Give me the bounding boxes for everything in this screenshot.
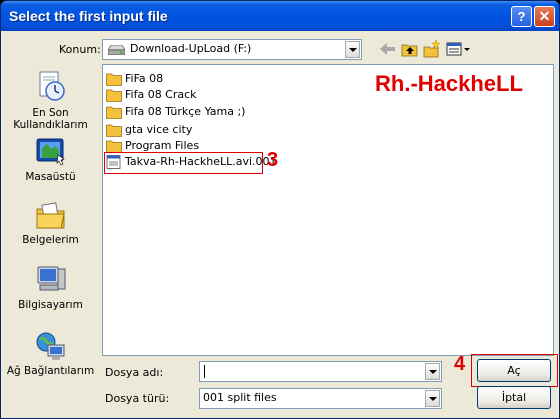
file-name-label: Dosya adı: (105, 366, 164, 379)
my-computer-icon (37, 266, 66, 291)
file-name: FiFa 08 (125, 72, 164, 85)
drive-icon (108, 45, 125, 55)
help-button[interactable]: ? (511, 6, 532, 27)
place-my-documents[interactable]: Belgelerim (4, 199, 97, 251)
back-icon[interactable] (378, 39, 398, 59)
text-caret (204, 365, 205, 378)
file-name-input[interactable] (199, 361, 442, 382)
watermark-brand: Rh.-HackheLL (375, 71, 523, 96)
file-type-value: 001 split files (203, 391, 277, 404)
chevron-down-icon[interactable] (425, 390, 440, 407)
place-desktop-label: Masaüstü (25, 171, 76, 183)
place-network-label: Ağ Bağlantılarım (6, 365, 95, 377)
dialog-title: Select the first input file (9, 8, 168, 24)
folder-icon (106, 140, 122, 153)
file-name: Fifa 08 Crack (125, 88, 197, 101)
folder-icon (106, 89, 122, 102)
folder-icon (106, 106, 122, 119)
folder-up-icon[interactable] (400, 39, 420, 59)
look-in-dropdown[interactable]: Download-UpLoad (F:) (102, 39, 362, 60)
chevron-down-icon[interactable] (345, 41, 360, 58)
place-network[interactable]: Ağ Bağlantılarım (4, 329, 97, 379)
title-bar[interactable]: Select the first input file ? ✕ (1, 1, 559, 31)
new-folder-icon[interactable] (422, 39, 442, 59)
my-documents-icon (36, 202, 65, 229)
file-type-label: Dosya türü: (105, 392, 170, 405)
place-my-computer[interactable]: Bilgisayarım (4, 263, 97, 317)
place-recent[interactable]: En Son Kullandıklarım (4, 69, 97, 131)
annotation-step-3: 3 (267, 149, 279, 171)
open-file-dialog: Select the first input file ? ✕ Konum: D… (0, 0, 560, 419)
chevron-down-icon[interactable] (425, 363, 440, 380)
place-recent-label: En Son Kullandıklarım (13, 107, 88, 131)
file-name: gta vice city (125, 123, 193, 136)
look-in-value: Download-UpLoad (F:) (130, 42, 252, 55)
places-bar: En Son Kullandıklarım Masaüstü Belgeleri… (4, 65, 97, 379)
file-type-dropdown[interactable]: 001 split files (199, 388, 442, 409)
cancel-button[interactable]: İptal (477, 386, 551, 409)
place-desktop[interactable]: Masaüstü (4, 135, 97, 189)
close-button[interactable]: ✕ (534, 6, 555, 27)
desktop-icon (36, 138, 65, 166)
folder-icon (106, 124, 122, 137)
file-name: Program Files (125, 139, 200, 152)
folder-icon (106, 73, 122, 86)
place-my-computer-label: Bilgisayarım (18, 299, 83, 311)
network-places-icon (36, 332, 65, 360)
recent-documents-icon (39, 71, 65, 101)
look-in-label: Konum: (59, 43, 101, 56)
file-list[interactable]: FiFa 08 Fifa 08 Crack Fifa 08 Türkçe Yam… (102, 64, 554, 356)
views-icon[interactable] (445, 39, 471, 59)
open-button[interactable]: Aç (477, 359, 551, 382)
file-name: Fifa 08 Türkçe Yama ;) (125, 105, 246, 118)
annotation-highlight-file (104, 152, 263, 174)
annotation-step-4: 4 (454, 353, 466, 375)
place-my-documents-label: Belgelerim (22, 234, 79, 246)
